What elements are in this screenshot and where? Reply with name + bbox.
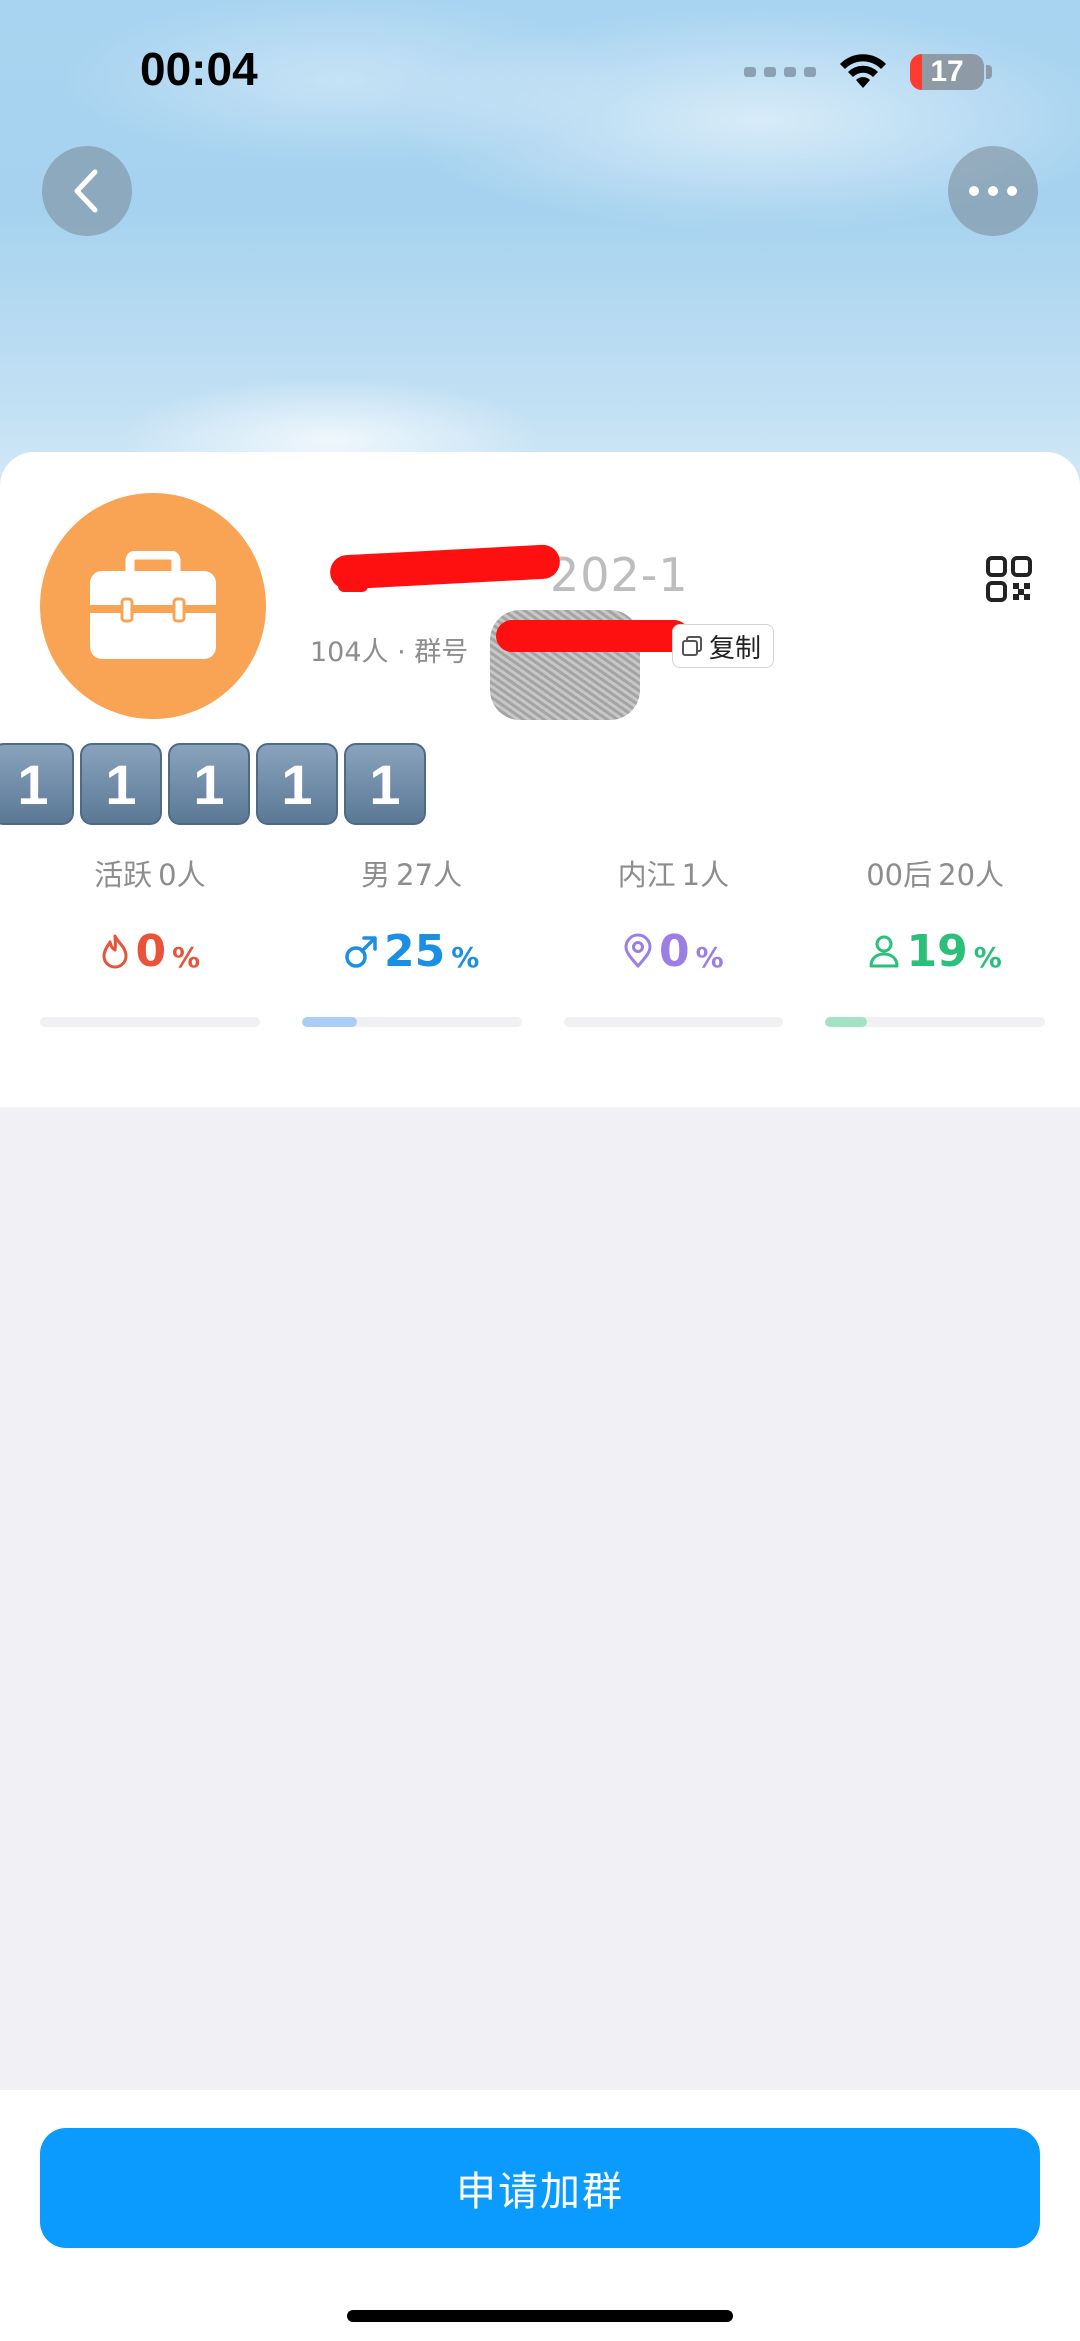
apply-join-group-button[interactable]: 申请加群 — [40, 2128, 1040, 2248]
stat-value: 0% — [564, 925, 784, 977]
redaction-mark — [338, 566, 368, 592]
location-pin-icon — [624, 933, 652, 968]
member-stats: 活跃 0人 0% 男 27人 25% 内江 1人 0 % 00后 20人 19 … — [40, 855, 1045, 1027]
stat-label: 内江 1人 — [617, 858, 730, 892]
stat-location[interactable]: 内江 1人 0% — [563, 855, 784, 1027]
wifi-icon — [840, 54, 886, 88]
stat-label: 男 27人 — [361, 858, 463, 892]
stat-value: 25% — [302, 925, 522, 977]
tag-badge[interactable]: 1 — [0, 743, 74, 825]
stat-value: 0% — [40, 925, 260, 977]
status-time: 00:04 — [140, 43, 258, 95]
stat-progress-bar — [40, 1017, 260, 1027]
stat-value: 19% — [825, 925, 1045, 977]
qr-code-icon[interactable] — [986, 556, 1032, 602]
group-member-info: 104人 · 群号 — [310, 637, 469, 668]
stat-progress-bar — [563, 1017, 784, 1027]
tag-badge[interactable]: 1 — [344, 743, 426, 825]
person-icon — [869, 935, 899, 968]
copy-label: 复制 — [709, 633, 762, 664]
briefcase-icon — [90, 551, 216, 659]
stat-label: 00后 20人 — [866, 858, 1005, 892]
copy-icon — [682, 636, 702, 656]
battery-icon: 17 — [910, 54, 984, 90]
stat-progress-bar — [825, 1017, 1045, 1027]
stat-male[interactable]: 男 27人 25% — [301, 855, 522, 1027]
tag-badge[interactable]: 1 — [256, 743, 338, 825]
stat-progress-bar — [301, 1017, 522, 1027]
more-options-button[interactable] — [948, 146, 1038, 236]
copy-group-id-button[interactable]: 复制 — [672, 624, 775, 668]
chevron-left-icon — [74, 169, 98, 213]
tag-badge[interactable]: 1 — [80, 743, 162, 825]
tag-list: 1 1 1 1 1 — [0, 743, 426, 825]
stat-age-group[interactable]: 00后 20人 19% — [825, 855, 1045, 1027]
group-profile-page: 00:04 17 202-1 104人 · 群号 复制 1 1 1 1 1 活跃… — [0, 0, 1080, 2341]
back-button[interactable] — [42, 146, 132, 236]
status-indicators: 17 — [744, 50, 992, 94]
flame-icon — [102, 934, 128, 969]
battery-level: 17 — [930, 55, 964, 88]
stat-active[interactable]: 活跃 0人 0% — [40, 855, 260, 1027]
cellular-signal-icon — [744, 67, 816, 77]
redaction-mark — [496, 620, 690, 652]
group-avatar[interactable] — [40, 493, 266, 719]
tag-badge[interactable]: 1 — [168, 743, 250, 825]
more-dots-icon — [969, 186, 1017, 196]
male-icon — [345, 936, 377, 968]
stat-label: 活跃 0人 — [94, 858, 206, 892]
home-indicator[interactable] — [347, 2310, 733, 2322]
